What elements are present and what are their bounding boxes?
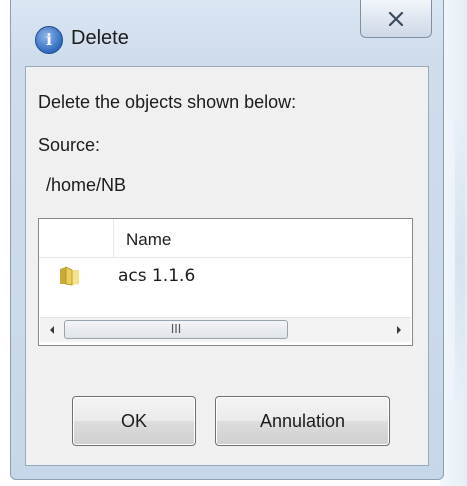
list-header: Name [39, 219, 412, 258]
desktop-background-bar [455, 120, 465, 400]
delete-prompt: Delete the objects shown below: [38, 92, 297, 112]
scroll-right-button[interactable] [387, 318, 411, 342]
dialog-client-area: Delete the objects shown below: Source: … [25, 66, 429, 466]
list-item-name: acs 1.1.6 [118, 266, 196, 286]
cancel-button[interactable]: Annulation [215, 396, 390, 446]
title-bar[interactable]: i Delete [11, 0, 443, 66]
scroll-left-button[interactable] [40, 318, 64, 342]
close-button[interactable] [360, 0, 432, 38]
list-item[interactable]: acs 1.1.6 [39, 258, 412, 294]
arrow-right-icon [397, 326, 401, 334]
ok-button[interactable]: OK [72, 396, 196, 446]
scroll-thumb[interactable]: III [64, 320, 288, 339]
source-path: /home/NB [46, 175, 127, 195]
info-icon: i [35, 26, 63, 54]
window-title: Delete [71, 27, 129, 49]
column-separator[interactable] [113, 219, 114, 257]
source-label: Source: [38, 135, 101, 155]
horizontal-scrollbar[interactable]: III [40, 317, 411, 342]
objects-list[interactable]: Name acs 1.1.6 III [38, 218, 413, 346]
close-icon [388, 11, 404, 27]
folder-icon [60, 266, 79, 286]
arrow-left-icon [50, 326, 54, 334]
delete-dialog: i Delete Delete the objects shown below:… [10, 0, 444, 480]
column-header-name[interactable]: Name [126, 230, 171, 250]
